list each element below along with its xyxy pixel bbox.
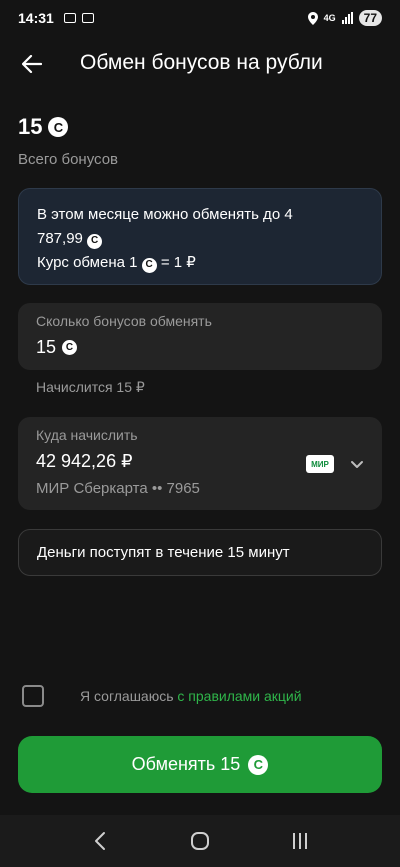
bonus-total: 15 C — [18, 114, 69, 140]
agreement-checkbox[interactable] — [22, 685, 44, 707]
arrow-left-icon — [22, 55, 42, 73]
status-bar: 14:31 4G 77 — [0, 0, 400, 36]
limit-line-2: 787,99 C — [37, 227, 363, 251]
agreement-label: Я соглашаюсь — [80, 688, 178, 704]
promo-rules-link[interactable]: с правилами акций — [177, 688, 301, 704]
agreement-row: Я соглашаюсь с правилами акций — [22, 684, 382, 708]
rate-suffix: = 1 ₽ — [160, 254, 196, 271]
network-type: 4G — [323, 13, 336, 23]
bonus-amount: 15 — [18, 114, 43, 139]
destination-label: Куда начислить — [36, 427, 138, 443]
app-header: Обмен бонусов на рубли — [0, 44, 400, 84]
exchange-amount-input[interactable]: 15 C — [36, 337, 364, 358]
status-time: 14:31 — [18, 10, 54, 26]
signal-icon — [341, 12, 353, 24]
nav-home-button[interactable] — [180, 821, 220, 861]
exchange-amount-label: Сколько бонусов обменять — [36, 313, 212, 329]
destination-card-name: МИР Сберкарта •• 7965 — [36, 480, 200, 497]
location-icon — [307, 11, 318, 25]
screenshot-icon — [63, 13, 76, 23]
calendar-icon — [81, 13, 94, 23]
battery-level: 77 — [358, 10, 382, 26]
exchange-amount-field[interactable]: Сколько бонусов обменять 15 C — [18, 303, 382, 370]
bonus-coin-icon: C — [48, 117, 69, 137]
exchange-rate: Курс обмена 1 C = 1 ₽ — [37, 251, 363, 275]
bonus-coin-icon: C — [62, 340, 78, 355]
exchange-amount-value: 15 — [36, 337, 57, 357]
exchange-button[interactable]: Обменять 15 C — [18, 736, 382, 793]
destination-card-selector[interactable]: Куда начислить 42 942,26 ₽ МИР Сберкарта… — [18, 417, 382, 510]
chevron-down-icon — [351, 461, 363, 468]
system-nav-bar — [0, 815, 400, 867]
exchange-button-label: Обменять 15 — [131, 754, 241, 774]
mir-logo-icon: МИР — [306, 455, 334, 473]
nav-recents-button[interactable] — [280, 821, 320, 861]
home-icon — [191, 832, 209, 850]
recents-icon — [293, 833, 307, 849]
nav-back-button[interactable] — [80, 821, 120, 861]
chevron-left-icon — [95, 832, 105, 850]
accrual-hint: Начислится 15 ₽ — [36, 379, 145, 395]
rate-prefix: Курс обмена 1 — [37, 254, 138, 271]
bonus-caption: Всего бонусов — [18, 151, 119, 168]
bonus-coin-icon: C — [87, 233, 103, 249]
back-button[interactable] — [18, 50, 46, 78]
limit-amount: 787,99 — [37, 230, 83, 247]
bonus-coin-icon: C — [248, 754, 269, 775]
agreement-text: Я соглашаюсь с правилами акций — [80, 688, 302, 704]
page-title: Обмен бонусов на рубли — [80, 51, 323, 74]
limit-line-1: В этом месяце можно обменять до 4 — [37, 206, 293, 223]
status-system-icons: 4G 77 — [307, 10, 382, 26]
transfer-notice: Деньги поступят в течение 15 минут — [18, 529, 382, 576]
exchange-info-card: В этом месяце можно обменять до 4 787,99… — [18, 188, 382, 285]
bonus-coin-icon: C — [141, 257, 157, 273]
status-notification-icons — [63, 13, 94, 23]
